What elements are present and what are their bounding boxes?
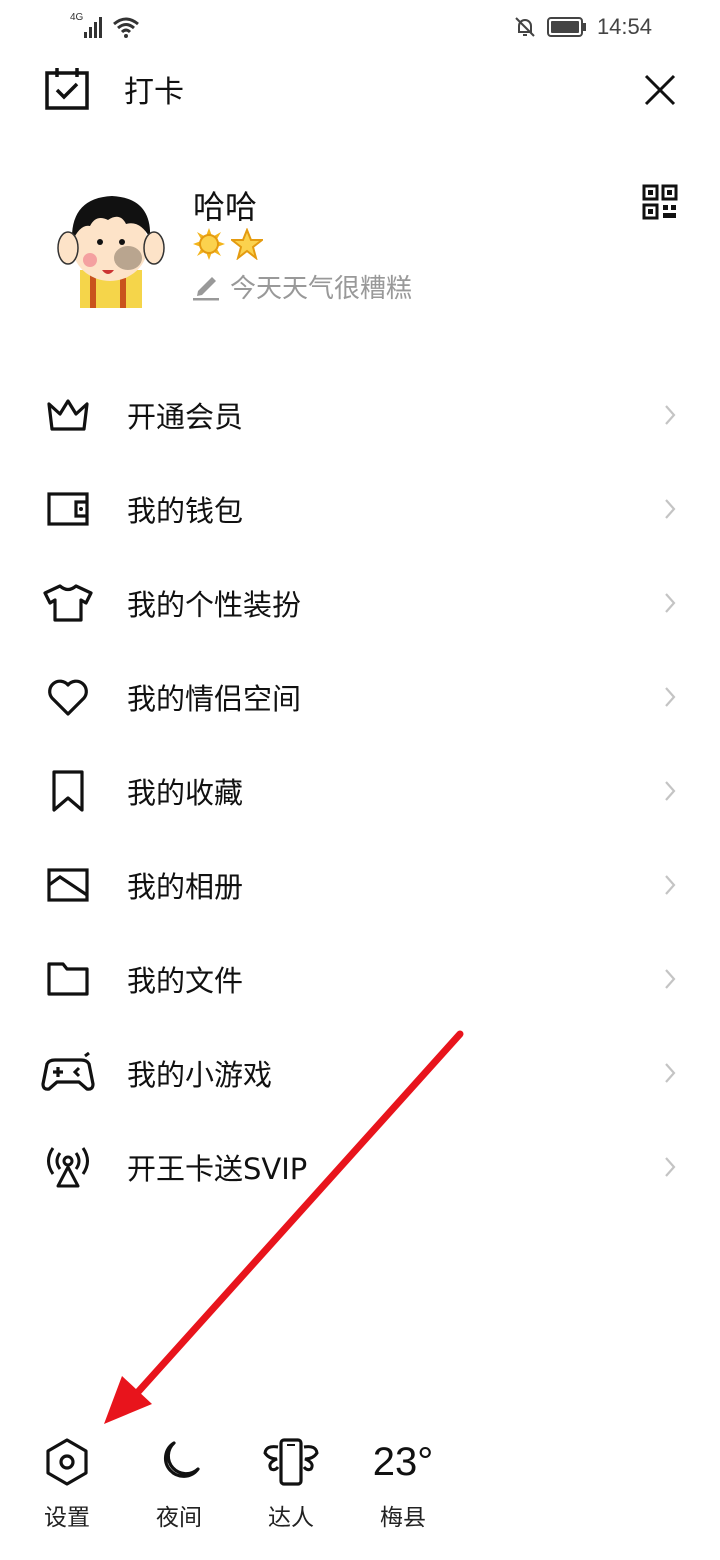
annotation-arrow [104,1030,464,1424]
